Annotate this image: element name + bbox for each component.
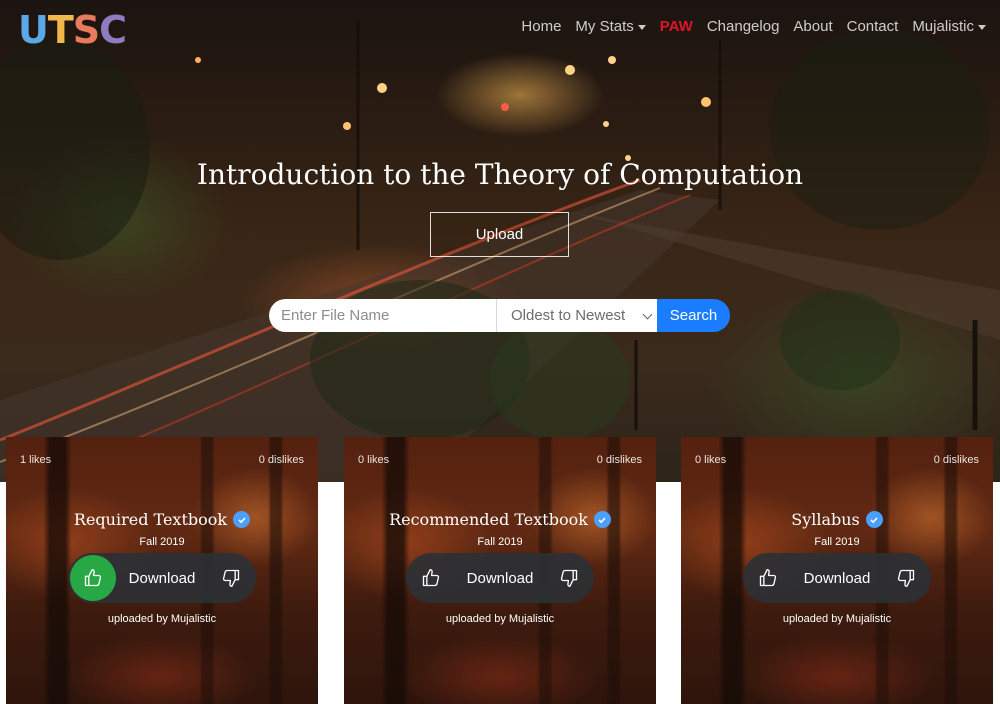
- download-button[interactable]: Download: [791, 570, 883, 587]
- thumbs-down-icon: [897, 569, 915, 587]
- thumbs-down-icon: [222, 569, 240, 587]
- file-term: Fall 2019: [814, 536, 860, 548]
- nav-my-stats-label: My Stats: [575, 18, 634, 35]
- download-button[interactable]: Download: [116, 570, 208, 587]
- nav-contact-label: Contact: [846, 18, 899, 35]
- nav-paw-label: PAW: [659, 18, 693, 35]
- nav-about-label: About: [793, 18, 833, 35]
- thumbs-up-icon: [84, 569, 102, 587]
- upload-button[interactable]: Upload: [430, 212, 569, 257]
- utsc-logo[interactable]: U T S C: [18, 8, 127, 52]
- nav-user-label: Mujalistic: [912, 18, 974, 35]
- file-title-text: Recommended Textbook: [389, 510, 588, 529]
- file-title: Syllabus: [681, 510, 993, 529]
- search-button[interactable]: Search: [657, 299, 730, 332]
- sort-order-select[interactable]: Oldest to Newest: [496, 299, 657, 332]
- like-button[interactable]: [408, 555, 454, 601]
- logo-letter-c: C: [99, 8, 127, 52]
- likes-count: 0 likes: [358, 454, 390, 466]
- nav-changelog[interactable]: Changelog: [707, 18, 780, 35]
- file-term: Fall 2019: [139, 536, 185, 548]
- download-button[interactable]: Download: [454, 570, 546, 587]
- file-action-bar: Download: [743, 553, 931, 603]
- file-card: 0 likes 0 dislikes Recommended Textbook …: [344, 437, 656, 704]
- dislike-button[interactable]: [208, 555, 254, 601]
- file-name-search-input[interactable]: [269, 299, 496, 332]
- verified-check-icon: [233, 511, 251, 528]
- dislike-button[interactable]: [546, 555, 592, 601]
- file-action-bar: Download: [68, 553, 256, 603]
- nav-contact[interactable]: Contact: [847, 18, 899, 35]
- verified-check-icon: [865, 511, 883, 528]
- sort-order-value: Oldest to Newest: [511, 307, 626, 324]
- chevron-down-icon: [642, 309, 653, 320]
- caret-down-icon: [978, 24, 986, 30]
- nav-paw[interactable]: PAW: [660, 18, 693, 35]
- uploader-text: uploaded by Mujalistic: [445, 613, 555, 625]
- search-bar: Oldest to Newest Search: [269, 299, 730, 332]
- nav-about[interactable]: About: [793, 18, 832, 35]
- thumbs-down-icon: [560, 569, 578, 587]
- file-title-text: Syllabus: [791, 510, 860, 529]
- dislikes-count: 0 dislikes: [596, 454, 642, 466]
- logo-letter-t: T: [47, 8, 74, 52]
- dislikes-count: 0 dislikes: [933, 454, 979, 466]
- logo-letter-u: U: [18, 8, 49, 52]
- file-card: 1 likes 0 dislikes Required Textbook Fal…: [6, 437, 318, 704]
- like-button[interactable]: [745, 555, 791, 601]
- like-button[interactable]: [70, 555, 116, 601]
- course-title: Introduction to the Theory of Computatio…: [196, 158, 804, 191]
- caret-down-icon: [637, 24, 646, 30]
- thumbs-up-icon: [422, 569, 440, 587]
- likes-count: 1 likes: [20, 454, 52, 466]
- file-title: Recommended Textbook: [344, 510, 656, 529]
- file-title: Required Textbook: [6, 510, 318, 529]
- uploader-text: uploaded by Mujalistic: [107, 613, 217, 625]
- nav-changelog-label: Changelog: [706, 18, 780, 35]
- nav-home[interactable]: Home: [521, 18, 561, 35]
- file-title-text: Required Textbook: [73, 510, 228, 529]
- top-navigation: Home My Stats PAW Changelog About Contac…: [521, 18, 986, 35]
- file-term: Fall 2019: [477, 536, 523, 548]
- logo-letter-s: S: [72, 8, 100, 52]
- thumbs-up-icon: [759, 569, 777, 587]
- dislikes-count: 0 dislikes: [258, 454, 304, 466]
- dislike-button[interactable]: [883, 555, 929, 601]
- file-action-bar: Download: [406, 553, 594, 603]
- nav-my-stats[interactable]: My Stats: [575, 18, 646, 35]
- nav-home-label: Home: [521, 18, 562, 35]
- uploader-text: uploaded by Mujalistic: [782, 613, 892, 625]
- likes-count: 0 likes: [695, 454, 727, 466]
- file-card: 0 likes 0 dislikes Syllabus Fall 2019 Do…: [681, 437, 993, 704]
- verified-check-icon: [593, 511, 611, 528]
- nav-user-menu[interactable]: Mujalistic: [912, 18, 986, 35]
